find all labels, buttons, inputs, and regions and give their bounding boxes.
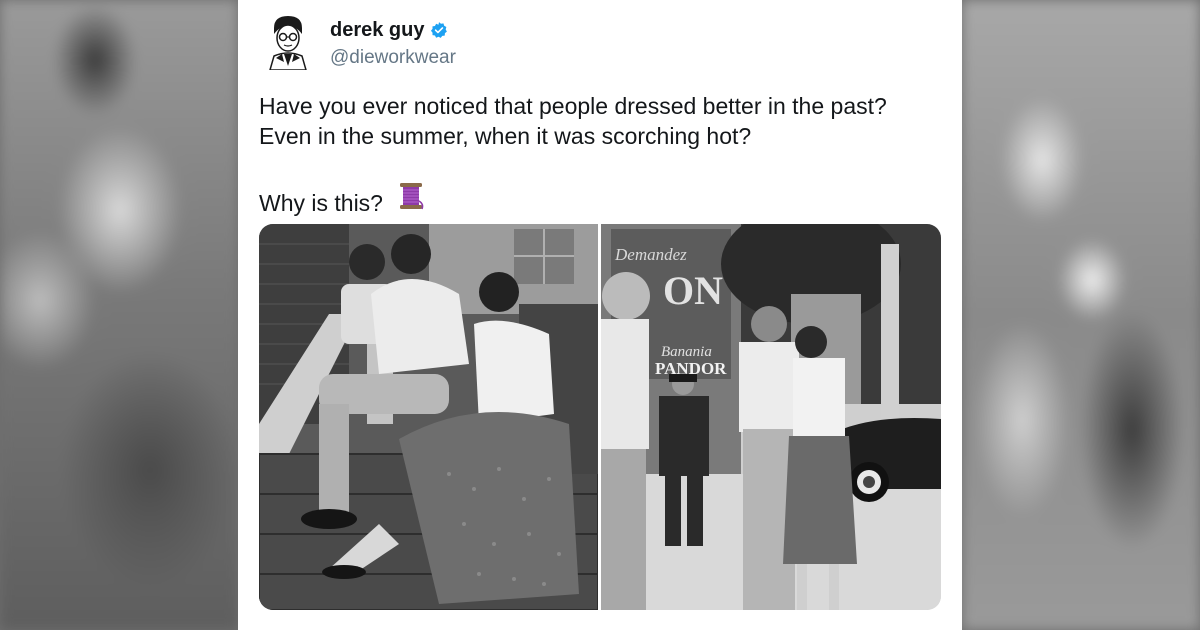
author-name[interactable]: derek guy [330, 19, 424, 42]
card-bottom-edge [238, 612, 962, 630]
blurred-background-left [0, 0, 238, 630]
avatar[interactable] [266, 14, 310, 70]
street-scene-photo[interactable]: Demandez ON Banania PANDOR [601, 224, 941, 610]
author-handle[interactable]: @dieworkwear [330, 47, 456, 69]
tweet-question: Why is this? [259, 190, 383, 216]
thread-spool-icon [400, 183, 424, 210]
tweet-text: Have you ever noticed that people dresse… [259, 91, 949, 218]
sign-text-2: ON [663, 268, 723, 313]
tweet-author: derek guy @dieworkwear [330, 17, 456, 69]
sign-text-1: Demandez [614, 245, 687, 264]
tweet-text-line-2: Even in the summer, when it was scorchin… [259, 123, 752, 149]
verified-badge-icon [431, 22, 448, 38]
tweet-question-row: Why is this? [259, 181, 949, 218]
sign-text-3: Banania [661, 344, 712, 360]
tweet-media[interactable]: Demandez ON Banania PANDOR [259, 224, 941, 610]
blurred-background-right [962, 0, 1200, 630]
tweet-text-line-1: Have you ever noticed that people dresse… [259, 93, 887, 119]
family-on-steps-photo[interactable] [259, 224, 598, 610]
